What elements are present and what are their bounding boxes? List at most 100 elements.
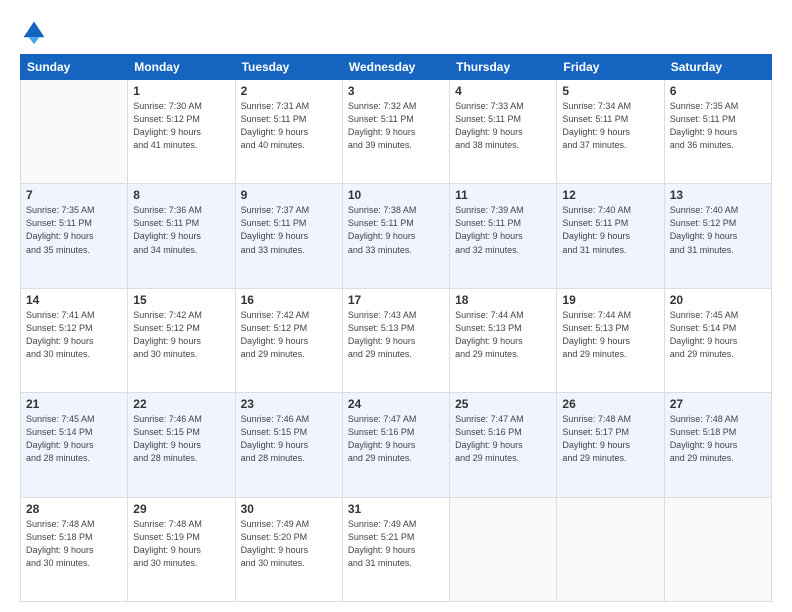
calendar-cell: 31Sunrise: 7:49 AMSunset: 5:21 PMDayligh… [342,497,449,601]
day-number: 1 [133,84,229,98]
day-info: Sunrise: 7:44 AMSunset: 5:13 PMDaylight:… [562,309,658,361]
col-header-wednesday: Wednesday [342,55,449,80]
day-number: 19 [562,293,658,307]
day-number: 13 [670,188,766,202]
day-number: 16 [241,293,337,307]
day-number: 21 [26,397,122,411]
calendar-cell: 28 Sunrise: 7:48 AMSunset: 5:18 PMDayligh… [21,497,128,601]
day-info: Sunrise: 7:47 AMSunset: 5:16 PMDaylight:… [348,413,444,465]
calendar-cell: 5 Sunrise: 7:34 AMSunset: 5:11 PMDaylight… [557,80,664,184]
day-info: Sunrise: 7:38 AMSunset: 5:11 PMDaylight:… [348,204,444,256]
day-info: Sunrise: 7:45 AMSunset: 5:14 PMDaylight:… [26,413,122,465]
calendar-cell: 6Sunrise: 7:35 AMSunset: 5:11 PMDaylight… [664,80,771,184]
day-number: 7 [26,188,122,202]
day-number: 20 [670,293,766,307]
day-info: Sunrise: 7:39 AMSunset: 5:11 PMDaylight:… [455,204,551,256]
day-number: 29 [133,502,229,516]
day-info: Sunrise: 7:49 AMSunset: 5:21 PMDaylight:… [348,518,444,570]
day-info: Sunrise: 7:47 AMSunset: 5:16 PMDaylight:… [455,413,551,465]
day-number: 4 [455,84,551,98]
day-info: Sunrise: 7:41 AMSunset: 5:12 PMDaylight:… [26,309,122,361]
day-number: 30 [241,502,337,516]
calendar-cell: 26 Sunrise: 7:48 AMSunset: 5:17 PMDayligh… [557,393,664,497]
day-number: 14 [26,293,122,307]
day-info: Sunrise: 7:34 AMSunset: 5:11 PMDaylight:… [562,100,658,152]
day-info: Sunrise: 7:40 AMSunset: 5:11 PMDaylight:… [562,204,658,256]
day-info: Sunrise: 7:48 AMSunset: 5:17 PMDaylight:… [562,413,658,465]
calendar-cell [557,497,664,601]
col-header-tuesday: Tuesday [235,55,342,80]
calendar-cell: 16 Sunrise: 7:42 AMSunset: 5:12 PMDayligh… [235,288,342,392]
day-info: Sunrise: 7:40 AMSunset: 5:12 PMDaylight:… [670,204,766,256]
day-number: 27 [670,397,766,411]
day-info: Sunrise: 7:46 AMSunset: 5:15 PMDaylight:… [241,413,337,465]
calendar-cell: 27 Sunrise: 7:48 AMSunset: 5:18 PMDayligh… [664,393,771,497]
calendar-cell: 9 Sunrise: 7:37 AMSunset: 5:11 PMDaylight… [235,184,342,288]
calendar-week-row: 14 Sunrise: 7:41 AMSunset: 5:12 PMDayligh… [21,288,772,392]
day-info: Sunrise: 7:44 AMSunset: 5:13 PMDaylight:… [455,309,551,361]
logo-icon [20,18,48,46]
calendar-cell: 11 Sunrise: 7:39 AMSunset: 5:11 PMDayligh… [450,184,557,288]
day-info: Sunrise: 7:48 AMSunset: 5:18 PMDaylight:… [670,413,766,465]
calendar-cell: 14 Sunrise: 7:41 AMSunset: 5:12 PMDayligh… [21,288,128,392]
day-number: 2 [241,84,337,98]
day-number: 3 [348,84,444,98]
calendar-cell: 25Sunrise: 7:47 AMSunset: 5:16 PMDayligh… [450,393,557,497]
calendar-cell: 15Sunrise: 7:42 AMSunset: 5:12 PMDayligh… [128,288,235,392]
col-header-sunday: Sunday [21,55,128,80]
calendar-week-row: 21 Sunrise: 7:45 AMSunset: 5:14 PMDayligh… [21,393,772,497]
calendar-cell: 18 Sunrise: 7:44 AMSunset: 5:13 PMDayligh… [450,288,557,392]
day-number: 26 [562,397,658,411]
calendar-cell: 13 Sunrise: 7:40 AMSunset: 5:12 PMDayligh… [664,184,771,288]
day-number: 28 [26,502,122,516]
calendar-cell: 2 Sunrise: 7:31 AMSunset: 5:11 PMDaylight… [235,80,342,184]
calendar-cell: 20 Sunrise: 7:45 AMSunset: 5:14 PMDayligh… [664,288,771,392]
col-header-saturday: Saturday [664,55,771,80]
calendar-cell [21,80,128,184]
day-number: 6 [670,84,766,98]
calendar-cell: 3 Sunrise: 7:32 AMSunset: 5:11 PMDaylight… [342,80,449,184]
calendar-cell: 22 Sunrise: 7:46 AMSunset: 5:15 PMDayligh… [128,393,235,497]
calendar-cell: 4 Sunrise: 7:33 AMSunset: 5:11 PMDaylight… [450,80,557,184]
calendar-table: SundayMondayTuesdayWednesdayThursdayFrid… [20,54,772,602]
day-info: Sunrise: 7:36 AMSunset: 5:11 PMDaylight:… [133,204,229,256]
day-info: Sunrise: 7:30 AMSunset: 5:12 PMDaylight:… [133,100,229,152]
col-header-friday: Friday [557,55,664,80]
header [20,18,772,46]
day-info: Sunrise: 7:43 AMSunset: 5:13 PMDaylight:… [348,309,444,361]
day-info: Sunrise: 7:48 AMSunset: 5:19 PMDaylight:… [133,518,229,570]
day-number: 12 [562,188,658,202]
day-info: Sunrise: 7:49 AMSunset: 5:20 PMDaylight:… [241,518,337,570]
day-info: Sunrise: 7:48 AMSunset: 5:18 PMDaylight:… [26,518,122,570]
calendar-cell: 17 Sunrise: 7:43 AMSunset: 5:13 PMDayligh… [342,288,449,392]
day-info: Sunrise: 7:42 AMSunset: 5:12 PMDaylight:… [241,309,337,361]
calendar-week-row: 1 Sunrise: 7:30 AMSunset: 5:12 PMDaylight… [21,80,772,184]
day-number: 17 [348,293,444,307]
day-number: 18 [455,293,551,307]
day-number: 11 [455,188,551,202]
day-info: Sunrise: 7:31 AMSunset: 5:11 PMDaylight:… [241,100,337,152]
day-info: Sunrise: 7:32 AMSunset: 5:11 PMDaylight:… [348,100,444,152]
day-number: 22 [133,397,229,411]
day-info: Sunrise: 7:42 AMSunset: 5:12 PMDaylight:… [133,309,229,361]
calendar-cell: 12 Sunrise: 7:40 AMSunset: 5:11 PMDayligh… [557,184,664,288]
day-info: Sunrise: 7:33 AMSunset: 5:11 PMDaylight:… [455,100,551,152]
day-number: 5 [562,84,658,98]
calendar-cell: 23 Sunrise: 7:46 AMSunset: 5:15 PMDayligh… [235,393,342,497]
day-info: Sunrise: 7:46 AMSunset: 5:15 PMDaylight:… [133,413,229,465]
day-number: 8 [133,188,229,202]
day-info: Sunrise: 7:37 AMSunset: 5:11 PMDaylight:… [241,204,337,256]
day-info: Sunrise: 7:35 AMSunset: 5:11 PMDaylight:… [26,204,122,256]
day-number: 9 [241,188,337,202]
calendar-cell: 24 Sunrise: 7:47 AMSunset: 5:16 PMDayligh… [342,393,449,497]
page: SundayMondayTuesdayWednesdayThursdayFrid… [0,0,792,612]
day-number: 24 [348,397,444,411]
calendar-cell [664,497,771,601]
calendar-week-row: 28 Sunrise: 7:48 AMSunset: 5:18 PMDayligh… [21,497,772,601]
calendar-cell: 7 Sunrise: 7:35 AMSunset: 5:11 PMDaylight… [21,184,128,288]
logo [20,18,52,46]
day-info: Sunrise: 7:45 AMSunset: 5:14 PMDaylight:… [670,309,766,361]
calendar-cell: 30 Sunrise: 7:49 AMSunset: 5:20 PMDayligh… [235,497,342,601]
day-number: 23 [241,397,337,411]
calendar-cell: 19 Sunrise: 7:44 AMSunset: 5:13 PMDayligh… [557,288,664,392]
